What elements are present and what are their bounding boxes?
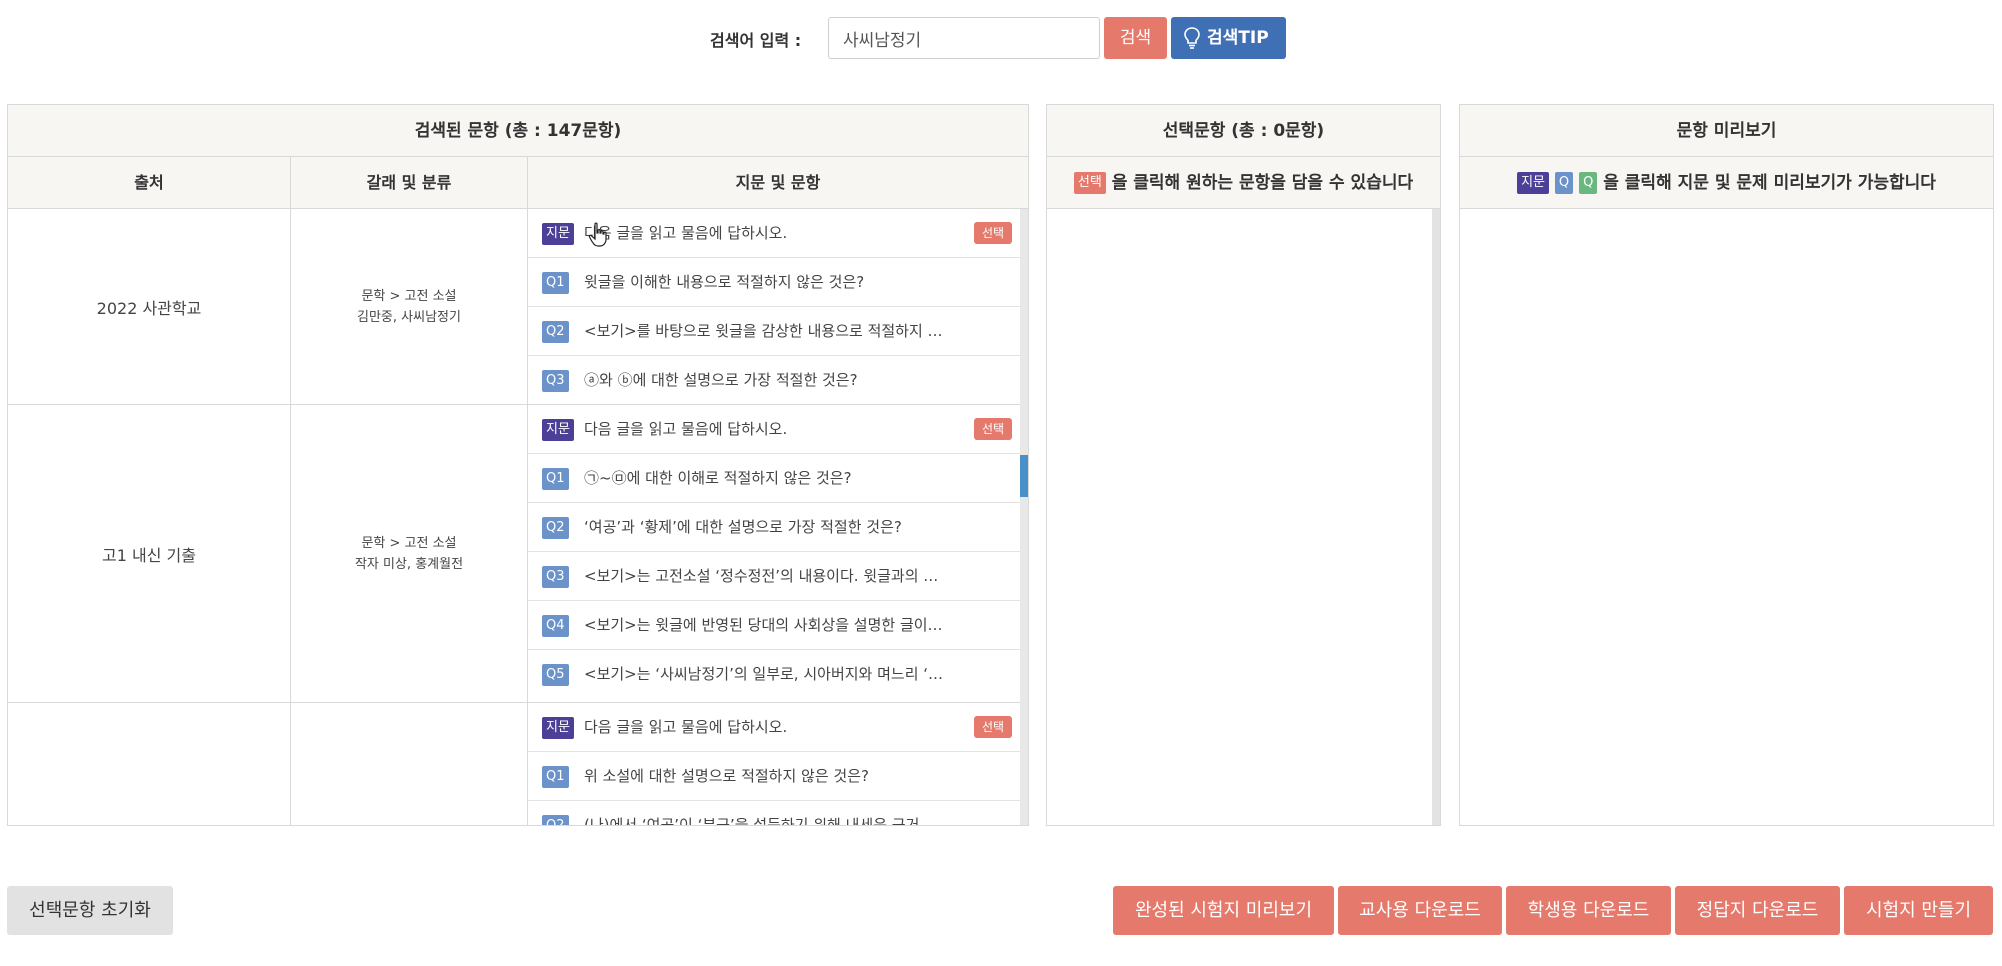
category-line: 문학 > 고전 소설: [361, 288, 457, 304]
question-tag[interactable]: Q3: [542, 566, 569, 588]
group-category: 문학 > 고전 소설 김만중, 사씨남정기: [291, 209, 528, 404]
item-text: (나)에서 ‘여공’이 ‘부군’을 설득하기 위해 내세운 근거…: [584, 816, 935, 825]
selected-hint-text: 을 클릭해 원하는 문항을 담을 수 있습니다: [1111, 173, 1414, 193]
passage-tag[interactable]: 지문: [542, 419, 574, 441]
select-tag-example: 선택: [1073, 172, 1106, 194]
question-row[interactable]: Q2 ‘여공’과 ‘황제’에 대한 설명으로 가장 적절한 것은?: [528, 503, 1020, 552]
question-row[interactable]: Q5 <보기>는 ‘사씨남정기’의 일부로, 시아버지와 며느리 ‘…: [528, 650, 1020, 699]
preview-title: 문항 미리보기: [1460, 105, 1993, 157]
item-text: 위 소설에 대한 설명으로 적절하지 않은 것은?: [584, 767, 869, 785]
group-items: 지문 다음 글을 읽고 물음에 답하시오. 선택 Q1 위 소설에 대한 설명으…: [528, 703, 1020, 825]
search-button[interactable]: 검색: [1104, 17, 1167, 59]
hand-cursor-icon: [588, 222, 607, 247]
question-tag-example-alt: Q: [1579, 172, 1598, 194]
question-tag[interactable]: Q2: [542, 517, 569, 539]
results-title: 검색된 문항 (총 : 147문항): [8, 105, 1028, 157]
selected-title: 선택문항 (총 : 0문항): [1047, 105, 1440, 157]
passage-tag[interactable]: 지문: [542, 717, 574, 739]
student-download-button[interactable]: 학생용 다운로드: [1506, 886, 1671, 935]
column-header-source: 출처: [8, 157, 291, 209]
question-row[interactable]: Q1 위 소설에 대한 설명으로 적절하지 않은 것은?: [528, 752, 1020, 801]
result-group: 지문 다음 글을 읽고 물음에 답하시오. 선택 Q1 위 소설에 대한 설명으…: [8, 703, 1020, 825]
reset-selection-button[interactable]: 선택문항 초기화: [7, 886, 173, 935]
item-text: 다음 글을 읽고 물음에 답하시오.: [584, 420, 788, 438]
question-tag[interactable]: Q4: [542, 615, 569, 637]
item-text: ‘여공’과 ‘황제’에 대한 설명으로 가장 적절한 것은?: [584, 518, 902, 536]
question-row[interactable]: Q2 <보기>를 바탕으로 윗글을 감상한 내용으로 적절하지 …: [528, 307, 1020, 356]
selected-hint: 선택 을 클릭해 원하는 문항을 담을 수 있습니다: [1047, 157, 1440, 209]
item-text: 윗글을 이해한 내용으로 적절하지 않은 것은?: [584, 273, 865, 291]
make-exam-button[interactable]: 시험지 만들기: [1844, 886, 1993, 935]
results-scrollbar-thumb[interactable]: [1020, 455, 1028, 497]
group-category: 문학 > 고전 소설 작자 미상, 홍계월전: [291, 405, 528, 702]
category-line: 김만중, 사씨남정기: [357, 309, 461, 325]
question-tag[interactable]: Q2: [542, 321, 569, 343]
select-button[interactable]: 선택: [974, 418, 1012, 440]
preview-hint: 지문 Q Q 을 클릭해 지문 및 문제 미리보기가 가능합니다: [1460, 157, 1993, 209]
group-source: 고1 내신 기출: [8, 405, 291, 702]
item-text: ⓐ와 ⓑ에 대한 설명으로 가장 적절한 것은?: [584, 371, 858, 389]
question-tag[interactable]: Q2: [542, 815, 569, 825]
teacher-download-button[interactable]: 교사용 다운로드: [1338, 886, 1502, 935]
results-list: 2022 사관학교 문학 > 고전 소설 김만중, 사씨남정기 지문 다음 글을…: [8, 209, 1028, 825]
selected-scrollbar[interactable]: [1432, 209, 1440, 825]
group-source: [8, 703, 291, 825]
preview-exam-button[interactable]: 완성된 시험지 미리보기: [1113, 886, 1334, 935]
passage-tag-example: 지문: [1517, 172, 1549, 194]
column-header-questions: 지문 및 문항: [735, 173, 821, 192]
group-source: 2022 사관학교: [8, 209, 291, 404]
question-row[interactable]: Q3 <보기>는 고전소설 ‘정수정전’의 내용이다. 윗글과의 …: [528, 552, 1020, 601]
search-bar: 검색어 입력 : 검색 검색TIP: [0, 17, 2002, 59]
item-text: ㉠~㉤에 대한 이해로 적절하지 않은 것은?: [584, 469, 852, 487]
question-row[interactable]: Q1 ㉠~㉤에 대한 이해로 적절하지 않은 것은?: [528, 454, 1020, 503]
category-line: 작자 미상, 홍계월전: [354, 556, 464, 572]
question-row[interactable]: Q4 <보기>는 윗글에 반영된 당대의 사회상을 설명한 글이…: [528, 601, 1020, 650]
question-tag[interactable]: Q5: [542, 664, 569, 686]
results-panel: 검색된 문항 (총 : 147문항) 출처 갈래 및 분류 지문 및 문항 20…: [7, 104, 1029, 826]
item-text: <보기>를 바탕으로 윗글을 감상한 내용으로 적절하지 …: [584, 322, 943, 340]
question-row[interactable]: Q2 (나)에서 ‘여공’이 ‘부군’을 설득하기 위해 내세운 근거…: [528, 801, 1020, 825]
preview-panel: 문항 미리보기 지문 Q Q 을 클릭해 지문 및 문제 미리보기가 가능합니다: [1459, 104, 1994, 826]
selected-panel: 선택문항 (총 : 0문항) 선택 을 클릭해 원하는 문항을 담을 수 있습니…: [1046, 104, 1441, 826]
lightbulb-icon: [1184, 27, 1200, 49]
question-tag-example: Q: [1554, 172, 1574, 194]
item-text: 다음 글을 읽고 물음에 답하시오.: [584, 718, 788, 736]
passage-row[interactable]: 지문 다음 글을 읽고 물음에 답하시오. 선택: [528, 703, 1020, 752]
category-line: 문학 > 고전 소설: [361, 535, 457, 551]
result-group: 2022 사관학교 문학 > 고전 소설 김만중, 사씨남정기 지문 다음 글을…: [8, 209, 1020, 405]
item-text: 다음 글을 읽고 물음에 답하시오.: [584, 224, 788, 242]
passage-row[interactable]: 지문 다음 글을 읽고 물음에 답하시오. 선택: [528, 405, 1020, 454]
search-input[interactable]: [828, 17, 1100, 59]
search-tip-label: 검색TIP: [1207, 28, 1269, 48]
question-tag[interactable]: Q1: [542, 468, 569, 490]
preview-hint-text: 을 클릭해 지문 및 문제 미리보기가 가능합니다: [1603, 173, 1936, 193]
question-tag[interactable]: Q1: [542, 272, 569, 294]
item-text: <보기>는 윗글에 반영된 당대의 사회상을 설명한 글이…: [584, 616, 943, 634]
question-row[interactable]: Q3 ⓐ와 ⓑ에 대한 설명으로 가장 적절한 것은?: [528, 356, 1020, 405]
select-button[interactable]: 선택: [974, 716, 1012, 738]
item-text: <보기>는 고전소설 ‘정수정전’의 내용이다. 윗글과의 …: [584, 567, 939, 585]
search-tip-button[interactable]: 검색TIP: [1171, 17, 1286, 59]
answer-download-button[interactable]: 정답지 다운로드: [1675, 886, 1840, 935]
result-group: 고1 내신 기출 문학 > 고전 소설 작자 미상, 홍계월전 지문 다음 글을…: [8, 405, 1020, 703]
item-text: <보기>는 ‘사씨남정기’의 일부로, 시아버지와 며느리 ‘…: [584, 665, 944, 683]
question-tag[interactable]: Q1: [542, 766, 569, 788]
results-column-headers: 출처 갈래 및 분류 지문 및 문항: [8, 157, 1028, 209]
column-header-category: 갈래 및 분류: [291, 157, 528, 209]
group-items: 지문 다음 글을 읽고 물음에 답하시오. 선택 Q1 ㉠~㉤에 대한 이해로 …: [528, 405, 1020, 702]
select-button[interactable]: 선택: [974, 222, 1012, 244]
results-scrollbar[interactable]: [1020, 209, 1028, 825]
search-label: 검색어 입력 :: [710, 31, 802, 50]
passage-tag[interactable]: 지문: [542, 223, 574, 245]
group-category: [291, 703, 528, 825]
question-row[interactable]: Q1 윗글을 이해한 내용으로 적절하지 않은 것은?: [528, 258, 1020, 307]
question-tag[interactable]: Q3: [542, 370, 569, 392]
